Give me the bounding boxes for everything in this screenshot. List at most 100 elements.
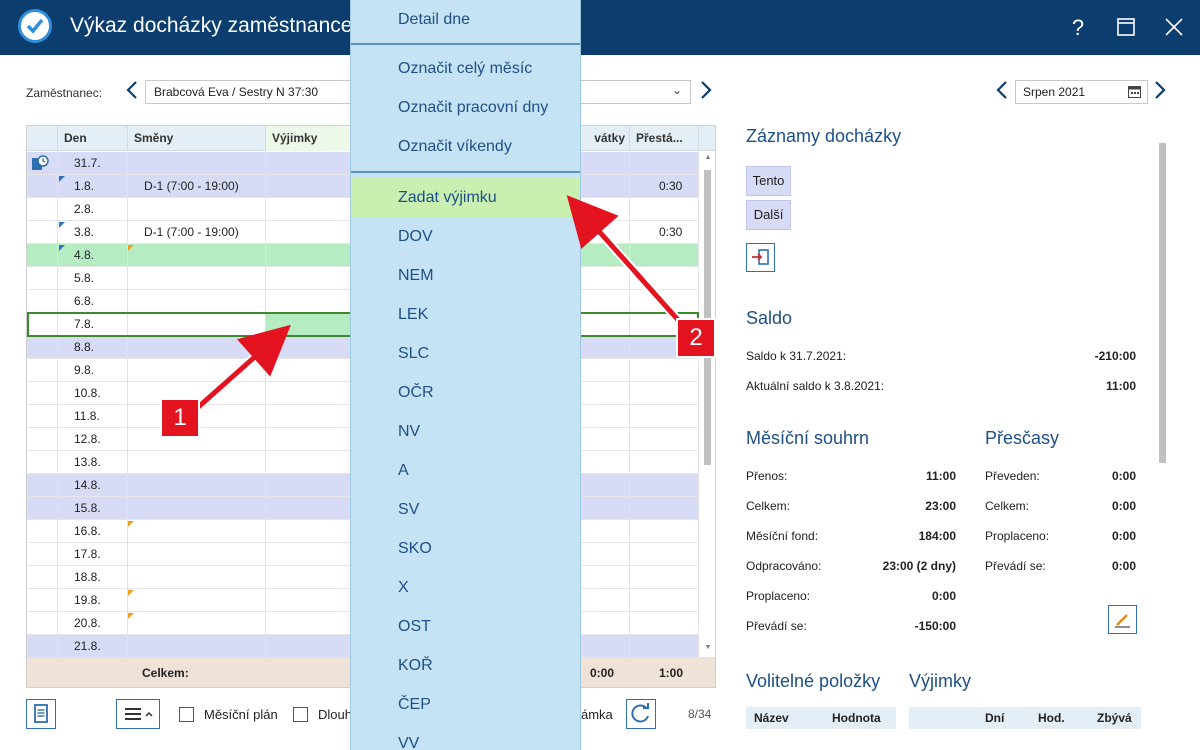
scroll-down-icon[interactable]: ▼ <box>703 644 713 651</box>
break-cell[interactable] <box>630 543 699 566</box>
shift-cell[interactable] <box>128 451 266 474</box>
header-prestavky[interactable]: Přestá... <box>630 126 699 151</box>
shift-cell[interactable] <box>128 589 266 612</box>
maximize-button[interactable] <box>1102 0 1150 55</box>
break-cell[interactable] <box>630 152 699 175</box>
header-smeny[interactable]: Směny <box>128 126 266 151</box>
day-cell[interactable]: 1.8. <box>58 175 128 198</box>
break-cell[interactable] <box>630 635 699 658</box>
day-cell[interactable]: 8.8. <box>58 336 128 359</box>
menu-item-lek[interactable]: LEK <box>351 295 580 334</box>
shift-cell[interactable] <box>128 152 266 175</box>
break-cell[interactable] <box>630 497 699 520</box>
menu-item-označit-víkendy[interactable]: Označit víkendy <box>351 127 580 166</box>
refresh-button[interactable] <box>626 699 656 729</box>
edit-overtime-button[interactable] <box>1108 605 1137 634</box>
break-cell[interactable] <box>630 290 699 313</box>
next-employee-button[interactable] <box>697 80 715 104</box>
day-cell[interactable]: 14.8. <box>58 474 128 497</box>
exceptions-col-remaining[interactable]: Zbývá <box>1097 711 1132 725</box>
menu-item-čep[interactable]: ČEP <box>351 685 580 724</box>
prev-employee-button[interactable] <box>123 80 141 104</box>
day-cell[interactable]: 12.8. <box>58 428 128 451</box>
day-cell[interactable]: 5.8. <box>58 267 128 290</box>
menu-item-zadat-výjimku[interactable]: Zadat výjimku <box>351 178 580 217</box>
prev-month-button[interactable] <box>993 80 1011 104</box>
import-records-button[interactable] <box>746 243 775 272</box>
next-record-button[interactable]: Další <box>746 200 791 230</box>
break-cell[interactable] <box>630 428 699 451</box>
break-cell[interactable] <box>630 405 699 428</box>
grid-scrollbar[interactable]: ▲ ▼ <box>701 152 715 657</box>
optional-col-value[interactable]: Hodnota <box>832 711 881 725</box>
break-cell[interactable] <box>630 520 699 543</box>
shift-cell[interactable] <box>128 543 266 566</box>
break-cell[interactable] <box>630 359 699 382</box>
day-cell[interactable]: 16.8. <box>58 520 128 543</box>
shift-cell[interactable] <box>128 474 266 497</box>
header-svatky[interactable]: vátky <box>579 126 630 151</box>
shift-cell[interactable] <box>128 635 266 658</box>
day-cell[interactable]: 13.8. <box>58 451 128 474</box>
menu-item-koř[interactable]: KOŘ <box>351 646 580 685</box>
exceptions-col-hours[interactable]: Hod. <box>1038 711 1065 725</box>
menu-item-očr[interactable]: OČR <box>351 373 580 412</box>
menu-item-vv[interactable]: VV <box>351 724 580 750</box>
shift-cell[interactable]: D-1 (7:00 - 19:00) <box>128 221 266 244</box>
shift-cell[interactable]: D-1 (7:00 - 19:00) <box>128 175 266 198</box>
header-den[interactable]: Den <box>58 126 128 151</box>
day-cell[interactable]: 9.8. <box>58 359 128 382</box>
day-cell[interactable]: 15.8. <box>58 497 128 520</box>
day-cell[interactable]: 18.8. <box>58 566 128 589</box>
menu-item-dov[interactable]: DOV <box>351 217 580 256</box>
help-button[interactable]: ? <box>1054 0 1102 55</box>
day-cell[interactable]: 31.7. <box>58 152 128 175</box>
menu-item-označit-celý-měsíc[interactable]: Označit celý měsíc <box>351 49 580 88</box>
break-cell[interactable] <box>630 612 699 635</box>
day-cell[interactable]: 10.8. <box>58 382 128 405</box>
shift-cell[interactable] <box>128 612 266 635</box>
shift-cell[interactable] <box>128 520 266 543</box>
shift-cell[interactable] <box>128 359 266 382</box>
day-cell[interactable]: 4.8. <box>58 244 128 267</box>
shift-cell[interactable] <box>128 267 266 290</box>
right-panel-scrollbar-thumb[interactable] <box>1159 143 1166 463</box>
monthly-plan-checkbox[interactable] <box>179 707 194 722</box>
next-month-button[interactable] <box>1151 80 1169 104</box>
report-button[interactable] <box>26 699 56 729</box>
break-cell[interactable] <box>630 198 699 221</box>
shift-cell[interactable] <box>128 336 266 359</box>
menu-item-detail-dne[interactable]: Detail dne <box>351 0 580 39</box>
day-cell[interactable]: 17.8. <box>58 543 128 566</box>
menu-item-nem[interactable]: NEM <box>351 256 580 295</box>
break-cell[interactable] <box>630 451 699 474</box>
break-cell[interactable] <box>630 589 699 612</box>
menu-item-označit-pracovní-dny[interactable]: Označit pracovní dny <box>351 88 580 127</box>
break-cell[interactable] <box>630 244 699 267</box>
shift-cell[interactable] <box>128 497 266 520</box>
day-cell[interactable]: 21.8. <box>58 635 128 658</box>
day-cell[interactable]: 11.8. <box>58 405 128 428</box>
shift-cell[interactable] <box>128 566 266 589</box>
close-button[interactable] <box>1150 0 1198 55</box>
break-cell[interactable] <box>630 267 699 290</box>
menu-item-slc[interactable]: SLC <box>351 334 580 373</box>
day-cell[interactable]: 19.8. <box>58 589 128 612</box>
menu-button[interactable] <box>116 699 160 729</box>
shift-cell[interactable] <box>128 290 266 313</box>
day-cell[interactable]: 20.8. <box>58 612 128 635</box>
break-cell[interactable] <box>630 474 699 497</box>
day-cell[interactable]: 2.8. <box>58 198 128 221</box>
day-cell[interactable]: 6.8. <box>58 290 128 313</box>
this-record-button[interactable]: Tento <box>746 166 791 196</box>
long-checkbox[interactable] <box>293 707 308 722</box>
menu-item-a[interactable]: A <box>351 451 580 490</box>
menu-item-ost[interactable]: OST <box>351 607 580 646</box>
break-cell[interactable]: 0:30 <box>630 221 699 244</box>
break-cell[interactable] <box>630 566 699 589</box>
optional-col-name[interactable]: Název <box>754 711 789 725</box>
month-picker[interactable]: Srpen 2021 <box>1015 80 1148 104</box>
menu-item-x[interactable]: X <box>351 568 580 607</box>
menu-item-nv[interactable]: NV <box>351 412 580 451</box>
break-cell[interactable]: 0:30 <box>630 175 699 198</box>
